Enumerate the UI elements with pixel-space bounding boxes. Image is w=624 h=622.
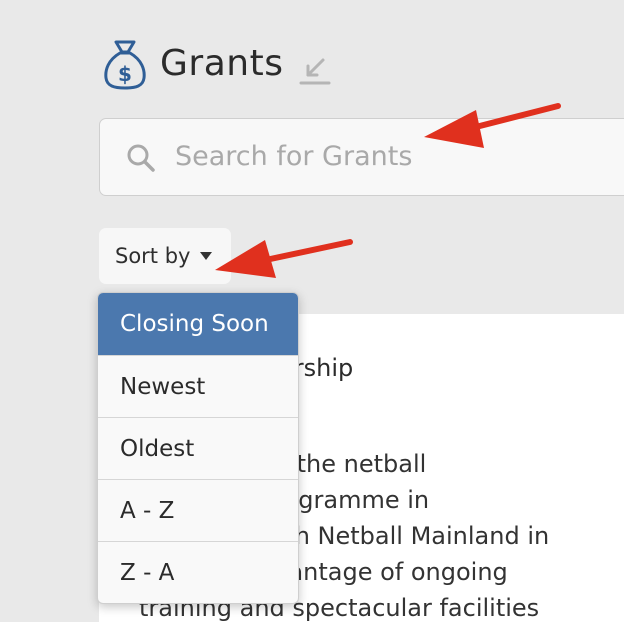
page-title: Grants [160, 43, 284, 84]
grants-page: $ Grants Search for Grants Sort by etbal… [0, 0, 624, 622]
svg-text:$: $ [118, 62, 132, 86]
sort-option-a-z[interactable]: A - Z [98, 479, 298, 541]
sort-by-label: Sort by [115, 244, 191, 268]
sort-option-z-a[interactable]: Z - A [98, 541, 298, 603]
arrow-down-left-icon[interactable] [299, 52, 331, 86]
search-icon [127, 144, 155, 172]
sort-option-oldest[interactable]: Oldest [98, 417, 298, 479]
sort-dropdown-menu: Closing Soon Newest Oldest A - Z Z - A [97, 292, 299, 604]
money-bag-icon: $ [104, 40, 146, 90]
annotation-arrow-search [424, 103, 561, 148]
search-input[interactable]: Search for Grants [175, 139, 412, 175]
sort-option-newest[interactable]: Newest [98, 355, 298, 417]
annotation-arrow-sort [215, 239, 353, 278]
sort-option-closing-soon[interactable]: Closing Soon [98, 293, 298, 355]
page-header: $ Grants [102, 36, 331, 92]
